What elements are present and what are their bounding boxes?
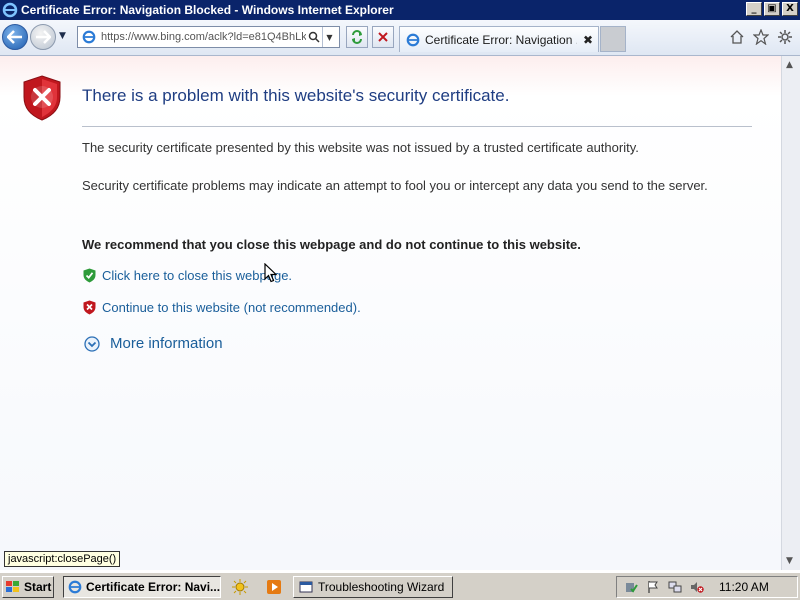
browser-toolbar: ▼ https://www.bing.com/aclk?ld=e81Q4BhLk… — [0, 20, 800, 56]
clock[interactable]: 11:20 AM — [719, 580, 769, 594]
quick-launch-media-icon[interactable] — [266, 579, 282, 595]
favorites-star-icon[interactable] — [752, 28, 770, 46]
explanation-text: The security certificate presented by th… — [82, 140, 639, 155]
taskbar: Start Certificate Error: Navi... Trouble… — [0, 572, 800, 600]
taskbar-item-troubleshooting-wizard[interactable]: Troubleshooting Wizard — [293, 576, 453, 598]
tab-certificate-error[interactable]: Certificate Error: Navigation ... ✖ — [399, 26, 599, 52]
refresh-button[interactable] — [346, 26, 368, 48]
stop-button[interactable] — [372, 26, 394, 48]
close-webpage-link[interactable]: Click here to close this webpage. — [82, 267, 292, 283]
windows-flag-icon — [6, 581, 19, 592]
safely-remove-icon[interactable] — [623, 579, 639, 595]
taskbar-item-label: Troubleshooting Wizard — [318, 580, 445, 594]
quick-launch-sun-icon[interactable] — [232, 579, 248, 595]
home-icon[interactable] — [728, 28, 746, 46]
url-field[interactable]: https://www.bing.com/aclk?ld=e81Q4BhLk — [101, 31, 306, 43]
wizard-task-icon — [298, 579, 314, 595]
address-dropdown-icon[interactable]: ▼ — [322, 27, 336, 47]
red-x-shield-icon — [82, 299, 96, 315]
divider — [82, 126, 752, 127]
continue-website-link-label[interactable]: Continue to this website (not recommende… — [102, 300, 361, 315]
tab-ie-icon — [405, 32, 421, 48]
expand-chevron-icon — [84, 335, 100, 352]
action-center-flag-icon[interactable] — [645, 579, 661, 595]
volume-muted-icon[interactable] — [689, 579, 705, 595]
forward-arrow-icon — [36, 30, 51, 44]
tab-label: Certificate Error: Navigation ... — [425, 32, 577, 47]
taskbar-item-label: Certificate Error: Navi... — [86, 580, 221, 594]
refresh-icon — [352, 30, 362, 44]
error-shield-icon — [23, 75, 61, 121]
window-title: Certificate Error: Navigation Blocked - … — [21, 3, 394, 17]
forward-button[interactable] — [30, 24, 56, 50]
page-ie-icon — [81, 29, 97, 45]
address-bar[interactable]: https://www.bing.com/aclk?ld=e81Q4BhLk ▼ — [77, 26, 340, 48]
ie-logo-icon — [2, 2, 18, 18]
more-information-label[interactable]: More information — [110, 335, 223, 352]
start-button[interactable]: Start — [2, 576, 54, 598]
minimize-button[interactable]: _ — [746, 2, 762, 16]
recommendation-text: We recommend that you close this webpage… — [82, 237, 581, 252]
network-icon[interactable] — [667, 579, 683, 595]
mouse-cursor-icon — [264, 263, 278, 283]
tab-close-icon[interactable]: ✖ — [583, 33, 593, 47]
tools-gear-icon[interactable] — [776, 28, 794, 46]
more-information-toggle[interactable]: More information — [84, 335, 223, 352]
start-label: Start — [24, 580, 52, 594]
search-icon[interactable] — [306, 29, 322, 45]
vertical-scrollbar[interactable]: ▲ ▼ — [781, 56, 800, 570]
scroll-down-icon[interactable]: ▼ — [786, 556, 793, 566]
warning-text: Security certificate problems may indica… — [82, 178, 708, 193]
system-tray: 11:20 AM — [616, 576, 798, 598]
page-title: There is a problem with this website's s… — [82, 86, 510, 105]
title-bar: Certificate Error: Navigation Blocked - … — [0, 0, 800, 20]
status-url-tooltip: javascript:closePage() — [4, 551, 121, 567]
back-arrow-icon — [7, 30, 22, 44]
scroll-up-icon[interactable]: ▲ — [786, 60, 793, 70]
taskbar-item-certificate-error[interactable]: Certificate Error: Navi... — [63, 576, 221, 598]
new-tab-button[interactable] — [600, 26, 626, 52]
green-check-shield-icon — [82, 267, 96, 283]
recent-pages-dropdown[interactable]: ▼ — [59, 31, 71, 43]
ie-task-icon — [68, 579, 82, 595]
back-button[interactable] — [2, 24, 28, 50]
close-button[interactable]: X — [782, 2, 798, 16]
continue-website-link[interactable]: Continue to this website (not recommende… — [82, 299, 361, 315]
stop-icon — [378, 32, 388, 42]
maximize-button[interactable]: ▣ — [764, 2, 780, 16]
